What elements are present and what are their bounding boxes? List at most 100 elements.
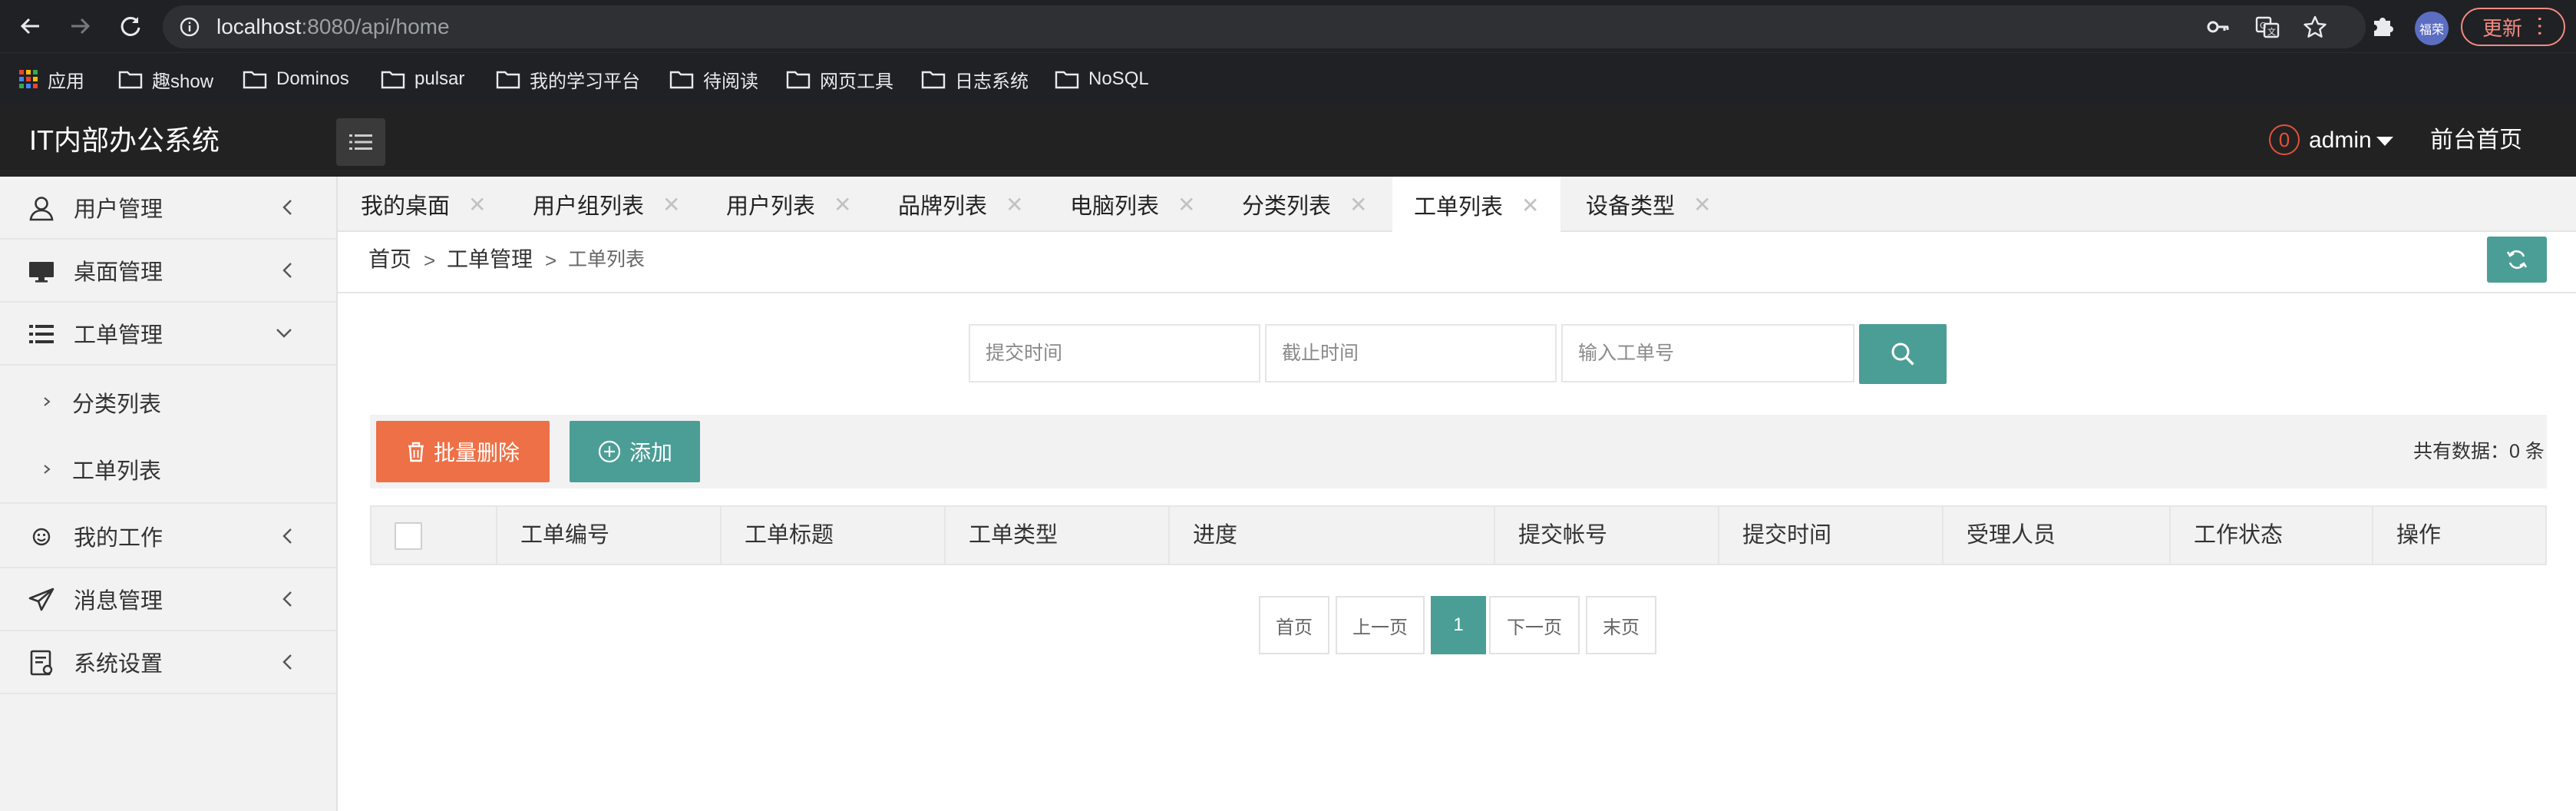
bookmark-label: 待阅读 [703,71,758,92]
chevron-left-icon [282,591,292,607]
close-icon[interactable]: ✕ [1693,192,1711,217]
bookmark-label: 日志系统 [955,71,1029,92]
total-label: 共有数据： [2413,441,2510,462]
forward-button[interactable] [63,9,97,43]
sidebar-item-desktop-management[interactable]: 桌面管理 [0,240,336,303]
address-bar[interactable]: localhost:8080/api/home G文 [163,5,2366,48]
browser-toolbar: localhost:8080/api/home G文 福荣 更新 ⋯ [0,0,2576,52]
sidebar-item-label: 工单管理 [74,323,163,348]
front-home-link[interactable]: 前台首页 [2430,104,2522,177]
more-icon: ⋯ [2528,15,2552,37]
close-icon[interactable]: ✕ [1006,192,1023,217]
breadcrumb-order-management[interactable]: 工单管理 [447,232,533,287]
bookmark-star-button[interactable] [2301,13,2329,41]
close-icon[interactable]: ✕ [834,192,851,217]
search-button[interactable] [1859,324,1947,384]
tab-my-desktop[interactable]: 我的桌面 ✕ [361,177,486,232]
list-icon [349,134,372,150]
close-icon[interactable]: ✕ [468,192,486,217]
column-header: 工单编号 [497,507,722,564]
notification-badge[interactable]: 0 [2269,124,2300,155]
sidebar-item-user-management[interactable]: 用户管理 [0,177,336,240]
info-icon [180,17,200,37]
chevron-right-icon [44,465,51,474]
page-next[interactable]: 下一页 [1489,596,1580,654]
start-time-input[interactable] [969,324,1260,382]
user-menu[interactable]: admin [2309,104,2372,177]
tab-user-list[interactable]: 用户列表 ✕ [726,177,851,232]
bookmark-folder[interactable]: pulsar [381,53,464,105]
star-icon [2304,15,2327,38]
translate-icon: G文 [2255,16,2280,38]
sidebar-item-label: 工单列表 [72,459,162,484]
url-text: localhost:8080/api/home [216,5,450,48]
extensions-button[interactable] [2369,12,2396,40]
bookmark-label: Dominos [276,68,349,89]
password-key-button[interactable] [2204,13,2232,41]
folder-icon [669,71,694,89]
bookmark-folder[interactable]: 我的学习平台 [496,53,640,105]
refresh-icon [2506,250,2528,270]
update-button[interactable]: 更新 ⋯ [2461,8,2565,46]
translate-button[interactable]: G文 [2254,13,2281,41]
app-title: IT内部办公系统 [29,124,220,156]
breadcrumb-home[interactable]: 首页 [368,232,411,287]
refresh-button[interactable] [2487,237,2547,283]
smile-icon [32,528,51,546]
tab-label: 用户列表 [726,194,816,219]
column-header: 工作状态 [2171,507,2373,564]
profile-avatar[interactable]: 福荣 [2415,12,2449,45]
close-icon[interactable]: ✕ [662,192,680,217]
breadcrumb-current: 工单列表 [568,249,646,270]
close-icon[interactable]: ✕ [1349,192,1367,217]
key-icon [2207,21,2229,33]
folder-icon [921,71,946,89]
folder-icon [381,71,405,89]
page-last[interactable]: 末页 [1586,596,1656,654]
tab-brand-list[interactable]: 品牌列表 ✕ [898,177,1023,232]
sidebar-item-message-management[interactable]: 消息管理 [0,568,336,631]
tab-computer-list[interactable]: 电脑列表 ✕ [1070,177,1195,232]
batch-delete-button[interactable]: 批量删除 [376,421,550,482]
bookmark-apps[interactable]: 应用 [18,53,84,105]
tab-device-type[interactable]: 设备类型 ✕ [1586,177,1711,232]
bookmark-folder[interactable]: NoSQL [1055,53,1149,105]
sidebar-subitem-category-list[interactable]: 分类列表 [0,369,336,436]
page-first[interactable]: 首页 [1259,596,1329,654]
bookmark-folder[interactable]: 日志系统 [921,53,1029,105]
sidebar-item-my-work[interactable]: 我的工作 [0,505,336,568]
back-button[interactable] [14,9,48,43]
select-all-cell [372,507,497,564]
sidebar-item-order-management[interactable]: 工单管理 [0,303,336,366]
close-icon[interactable]: ✕ [1177,192,1195,217]
bookmark-folder[interactable]: 待阅读 [669,53,758,105]
bookmark-folder[interactable]: 网页工具 [786,53,893,105]
bookmark-label: 网页工具 [820,71,893,92]
menu-toggle-button[interactable] [336,118,385,166]
end-time-input[interactable] [1265,324,1557,382]
bookmark-folder[interactable]: Dominos [243,53,349,105]
tab-order-list[interactable]: 工单列表 ✕ [1392,177,1561,233]
bookmark-label: NoSQL [1088,68,1149,89]
select-all-checkbox[interactable] [395,522,422,550]
bookmark-folder[interactable]: 趣show [118,53,213,105]
page-prev[interactable]: 上一页 [1336,596,1425,654]
column-header: 工单类型 [946,507,1170,564]
reload-icon [121,16,140,36]
column-header: 工单标题 [722,507,946,564]
sidebar-item-system-settings[interactable]: 系统设置 [0,631,336,694]
column-header: 提交时间 [1719,507,1944,564]
tab-label: 设备类型 [1586,194,1676,219]
page-current[interactable]: 1 [1431,596,1486,654]
add-button[interactable]: 添加 [570,421,700,482]
reload-button[interactable] [114,9,147,43]
tab-label: 品牌列表 [898,194,988,219]
order-number-input[interactable] [1561,324,1854,382]
tab-user-group-list[interactable]: 用户组列表 ✕ [533,177,680,232]
tab-bar: 我的桌面 ✕ 用户组列表 ✕ 用户列表 ✕ 品牌列表 ✕ 电脑列表 ✕ 分类列表 ✕ 工单列… [338,177,2576,233]
close-icon[interactable]: ✕ [1521,193,1539,218]
bookmarks-bar: 应用 趣show Dominos pulsar 我的学习平台 待阅读 网页工具 … [0,52,2576,104]
sidebar-subitem-order-list[interactable]: 工单列表 [0,436,336,504]
folder-icon [243,71,267,89]
tab-category-list[interactable]: 分类列表 ✕ [1242,177,1367,232]
